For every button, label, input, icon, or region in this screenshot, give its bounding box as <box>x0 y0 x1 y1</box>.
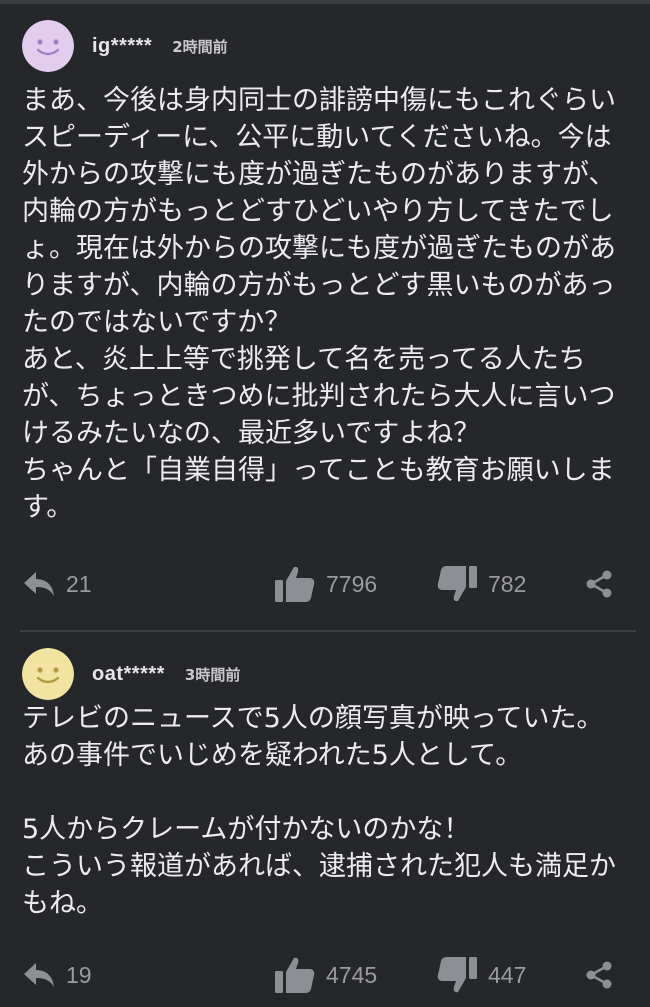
thumbs-up-icon <box>274 956 316 994</box>
dislike-count: 782 <box>488 570 527 597</box>
username[interactable]: ig***** <box>92 35 152 58</box>
reply-count: 19 <box>66 961 92 988</box>
comment-item: ig***** 2時間前 まあ、今後は身内同士の誹謗中傷にもこれぐらいスピーディ… <box>0 4 650 630</box>
dislike-button[interactable]: 782 <box>436 559 526 609</box>
dislike-count: 447 <box>488 961 527 988</box>
thumbs-up-icon <box>274 565 316 603</box>
reply-button[interactable]: 19 <box>22 950 92 1000</box>
reply-arrow-icon <box>22 569 56 599</box>
reply-arrow-icon <box>22 960 56 990</box>
comment-header: ig***** 2時間前 <box>22 18 228 74</box>
timestamp: 3時間前 <box>184 665 241 684</box>
share-icon <box>584 569 614 599</box>
dislike-button[interactable]: 447 <box>436 950 526 1000</box>
thumbs-down-icon <box>436 956 478 994</box>
comment-body: テレビのニュースで5人の顔写真が映っていた。 あの事件でいじめを疑われた5人とし… <box>22 703 616 919</box>
comment-actions: 19 4745 447 <box>0 950 650 1000</box>
username[interactable]: oat***** <box>92 663 165 686</box>
comment-actions: 21 7796 782 <box>0 559 650 609</box>
thumbs-down-icon <box>436 565 478 603</box>
avatar[interactable] <box>22 20 74 72</box>
timestamp: 2時間前 <box>172 37 228 56</box>
like-count: 4745 <box>326 961 378 988</box>
comment-item: oat***** 3時間前 テレビのニュースで5人の顔写真が映っていた。 あの事… <box>0 632 650 1007</box>
reply-count: 21 <box>66 570 92 597</box>
share-icon <box>584 960 614 990</box>
reply-button[interactable]: 21 <box>22 559 92 609</box>
comment-header: oat***** 3時間前 <box>22 646 240 702</box>
avatar[interactable] <box>22 648 74 700</box>
share-button[interactable] <box>584 950 614 1000</box>
share-button[interactable] <box>584 559 614 609</box>
like-button[interactable]: 7796 <box>274 559 377 609</box>
like-button[interactable]: 4745 <box>274 950 377 1000</box>
comment-body: まあ、今後は身内同士の誹謗中傷にもこれぐらいスピーディーに、公平に動いてください… <box>22 85 616 523</box>
like-count: 7796 <box>326 570 378 597</box>
